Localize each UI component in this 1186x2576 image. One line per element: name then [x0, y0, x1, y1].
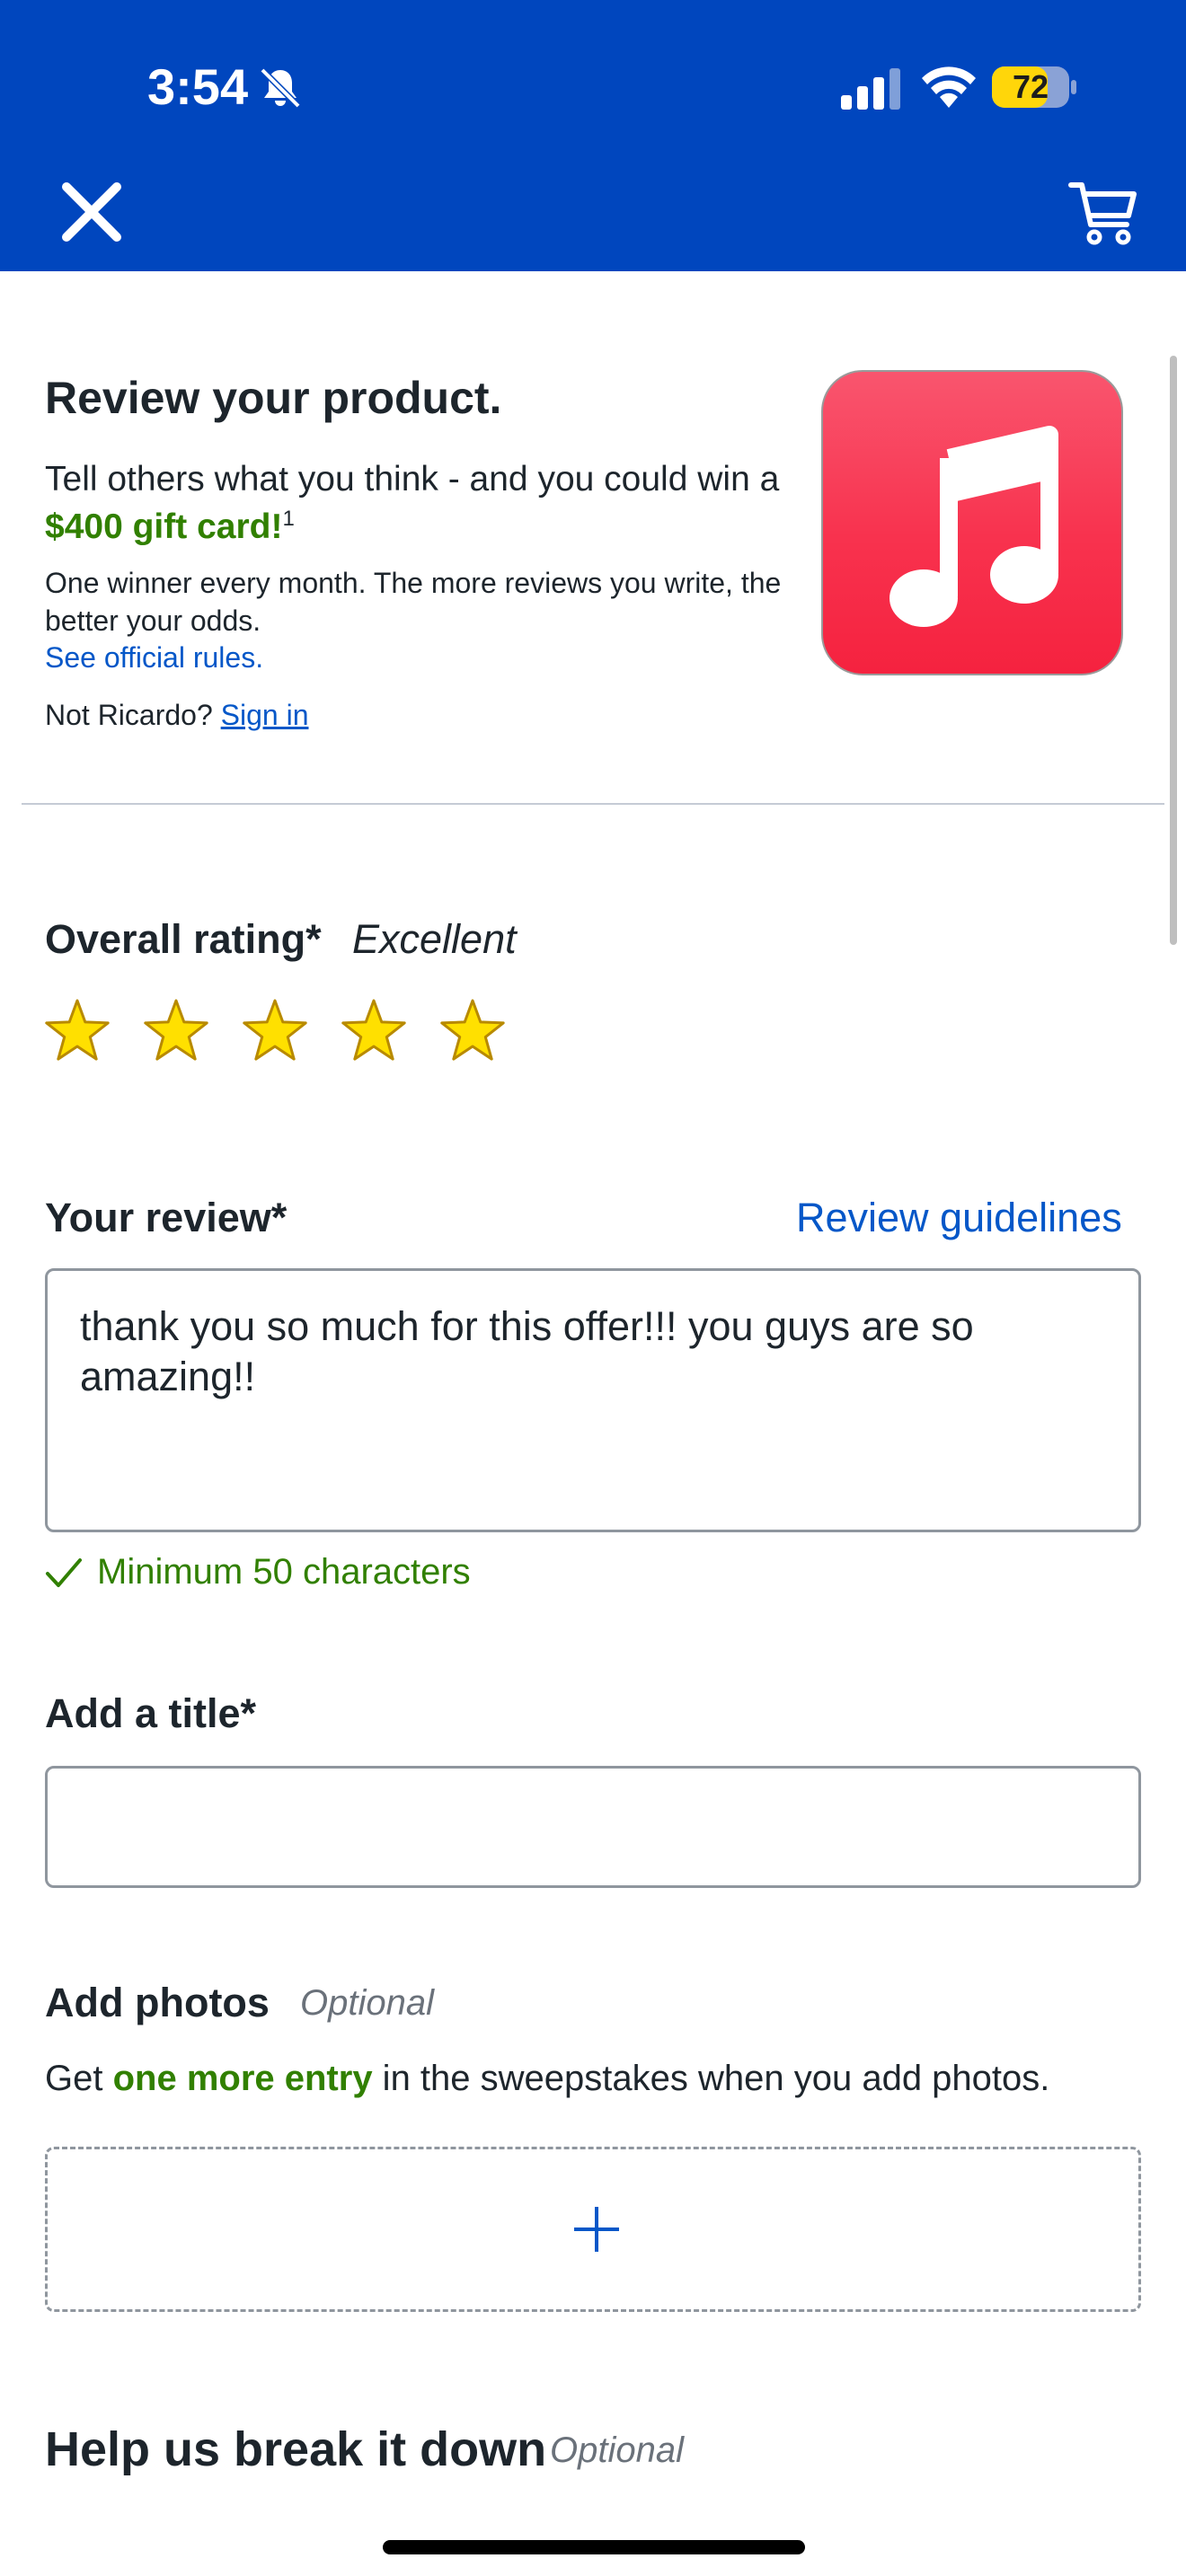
- cellular-signal-icon: [841, 68, 900, 110]
- footnote-marker: 1: [282, 507, 295, 531]
- rating-value-text: Excellent: [352, 916, 517, 962]
- wifi-icon: [922, 66, 976, 108]
- title-label: Add a title*: [45, 1690, 257, 1736]
- breakdown-label: Help us break it down: [45, 2422, 547, 2476]
- min-characters-text: Minimum 50 characters: [97, 1552, 471, 1592]
- star-icon[interactable]: [241, 997, 309, 1065]
- star-icon[interactable]: [340, 997, 408, 1065]
- apple-music-note-icon: [890, 426, 1058, 627]
- breakdown-optional-tag: Optional: [550, 2430, 684, 2470]
- not-user-text: Not Ricardo?: [45, 699, 221, 731]
- add-photo-dropzone[interactable]: [45, 2147, 1141, 2312]
- battery-level: 72: [1012, 68, 1049, 105]
- star-icon[interactable]: [43, 997, 111, 1065]
- section-divider: [22, 803, 1164, 805]
- title-input[interactable]: [45, 1766, 1141, 1888]
- shopping-cart-icon[interactable]: [1067, 178, 1139, 246]
- sign-in-link[interactable]: Sign in: [221, 699, 309, 731]
- scrollbar[interactable]: [1170, 356, 1177, 945]
- page-title: Review your product.: [45, 373, 502, 423]
- official-rules-link[interactable]: See official rules.: [45, 641, 263, 675]
- close-icon[interactable]: [58, 178, 126, 246]
- add-photos-label: Add photos: [45, 1980, 270, 2025]
- bell-slash-icon: [260, 67, 301, 109]
- status-time: 3:54: [147, 58, 249, 115]
- prize-highlight: $400 gift card!: [45, 507, 283, 546]
- review-label: Your review*: [45, 1195, 288, 1240]
- review-textarea[interactable]: thank you so much for this offer!!! you …: [45, 1268, 1141, 1532]
- photos-optional-tag: Optional: [300, 1983, 434, 2023]
- home-indicator: [383, 2540, 805, 2554]
- checkmark-icon: [46, 1558, 82, 1587]
- photos-text-prefix: Get: [45, 2059, 113, 2098]
- promo-prefix: Tell others what you think - and you cou…: [45, 460, 780, 498]
- not-user-row: Not Ricardo? Sign in: [45, 699, 308, 732]
- overall-rating-label: Overall rating*: [45, 916, 322, 962]
- photos-promo-text: Get one more entry in the sweepstakes wh…: [45, 2059, 1049, 2099]
- review-guidelines-link[interactable]: Review guidelines: [796, 1195, 1122, 1241]
- star-icon[interactable]: [438, 997, 507, 1065]
- winner-text: One winner every month. The more reviews…: [45, 567, 782, 637]
- plus-icon: [574, 2207, 619, 2252]
- product-image: [821, 370, 1123, 675]
- app-header: 3:54 72: [0, 0, 1186, 271]
- photos-entry-highlight: one more entry: [112, 2059, 373, 2098]
- star-icon[interactable]: [142, 997, 210, 1065]
- promo-text: Tell others what you think - and you cou…: [45, 460, 782, 547]
- photos-text-suffix: in the sweepstakes when you add photos.: [372, 2059, 1050, 2098]
